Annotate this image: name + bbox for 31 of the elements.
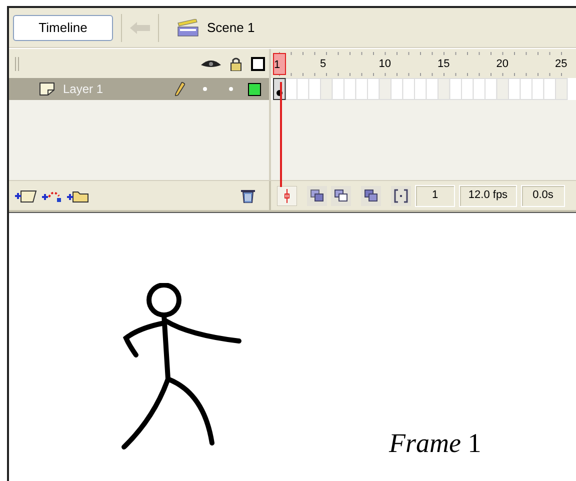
timeline-button[interactable]: Timeline (13, 14, 113, 40)
lock-icon[interactable] (230, 56, 242, 70)
center-frame-icon[interactable] (277, 186, 297, 206)
frame-caption: Frame 1 (389, 427, 482, 460)
visible-dot-icon[interactable] (203, 87, 207, 91)
onion-skin-icon[interactable] (307, 186, 327, 206)
add-folder-icon[interactable] (67, 188, 89, 202)
clapperboard-icon (177, 18, 199, 36)
outline-color-swatch[interactable] (248, 82, 261, 96)
add-layer-icon[interactable] (15, 188, 37, 202)
frame-number: 10 (378, 57, 391, 72)
frame-number: 15 (438, 57, 450, 72)
frame-number: 20 (496, 57, 508, 72)
frame-rate-field: 12.0 fps (459, 184, 517, 206)
onion-outline-icon[interactable] (331, 186, 351, 206)
outline-square-icon[interactable] (251, 56, 265, 70)
unlocked-dot-icon[interactable] (229, 87, 233, 91)
trash-icon[interactable] (241, 188, 255, 203)
onion-markers-icon[interactable] (391, 186, 411, 206)
frame-number: 5 (320, 57, 326, 72)
scene-label: Scene 1 (207, 18, 255, 37)
frame-number: 1 (273, 53, 286, 75)
pencil-icon (175, 82, 185, 96)
current-frame-field: 1 (415, 184, 455, 206)
elapsed-time-field: 0.0s (521, 184, 565, 206)
grip-icon[interactable] (15, 56, 19, 70)
frame-number: 25 (555, 57, 568, 72)
layer-name: Layer 1 (63, 81, 104, 98)
edit-multiple-frames-icon[interactable] (361, 186, 381, 206)
layer-icon (39, 82, 55, 96)
eye-icon[interactable] (200, 58, 222, 70)
